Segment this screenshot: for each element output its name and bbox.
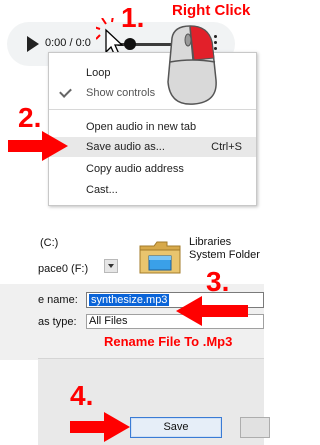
drive-f-label[interactable]: pace0 (F:) bbox=[38, 263, 88, 275]
menu-item-label: Cast... bbox=[86, 184, 118, 196]
menu-item-label: Open audio in new tab bbox=[86, 121, 197, 133]
file-name-value: synthesize.mp3 bbox=[87, 293, 171, 307]
step-1-number: 1. bbox=[121, 2, 145, 33]
step-4-number: 4. bbox=[70, 380, 94, 411]
menu-item-open-in-new-tab[interactable]: Open audio in new tab bbox=[49, 117, 256, 137]
menu-item-label: Save audio as... bbox=[86, 141, 165, 153]
mouse-illustration-icon bbox=[167, 25, 217, 105]
menu-item-show-controls[interactable]: Show controls bbox=[49, 83, 256, 103]
step-3-label: Rename File To .Mp3 bbox=[104, 334, 233, 349]
menu-item-shortcut: Ctrl+S bbox=[211, 141, 242, 153]
menu-item-loop[interactable]: Loop bbox=[49, 63, 256, 83]
context-menu: Loop Show controls Open audio in new tab… bbox=[48, 52, 257, 206]
menu-item-save-audio-as[interactable]: Save audio as... Ctrl+S bbox=[49, 137, 256, 157]
step-2-number: 2. bbox=[18, 102, 42, 133]
libraries-folder-icon[interactable] bbox=[137, 236, 183, 276]
step-1-label: Right Click bbox=[172, 2, 251, 19]
step-3-number: 3. bbox=[206, 266, 230, 297]
time-display: 0:00 / 0:0 bbox=[45, 37, 91, 49]
scroll-down-button[interactable] bbox=[104, 259, 118, 273]
menu-item-label: Loop bbox=[86, 67, 111, 79]
menu-item-label: Copy audio address bbox=[86, 163, 184, 175]
libraries-subtitle: System Folder bbox=[189, 249, 260, 261]
file-name-label: e name: bbox=[38, 294, 78, 306]
menu-divider bbox=[49, 109, 256, 110]
arrow-right-icon bbox=[8, 131, 68, 161]
libraries-folder-label[interactable]: Libraries System Folder bbox=[189, 236, 260, 262]
arrow-right-icon bbox=[70, 412, 130, 442]
play-icon[interactable] bbox=[27, 36, 39, 52]
save-button[interactable]: Save bbox=[130, 417, 222, 438]
save-as-type-label: as type: bbox=[38, 316, 77, 328]
check-icon bbox=[59, 85, 72, 98]
libraries-title: Libraries bbox=[189, 236, 232, 248]
menu-item-label: Show controls bbox=[86, 87, 156, 99]
arrow-left-icon bbox=[176, 296, 248, 326]
menu-item-copy-audio-address[interactable]: Copy audio address bbox=[49, 159, 256, 179]
drive-c-label[interactable]: (C:) bbox=[40, 237, 58, 249]
menu-item-cast[interactable]: Cast... bbox=[49, 180, 256, 200]
cancel-button[interactable] bbox=[240, 417, 270, 438]
